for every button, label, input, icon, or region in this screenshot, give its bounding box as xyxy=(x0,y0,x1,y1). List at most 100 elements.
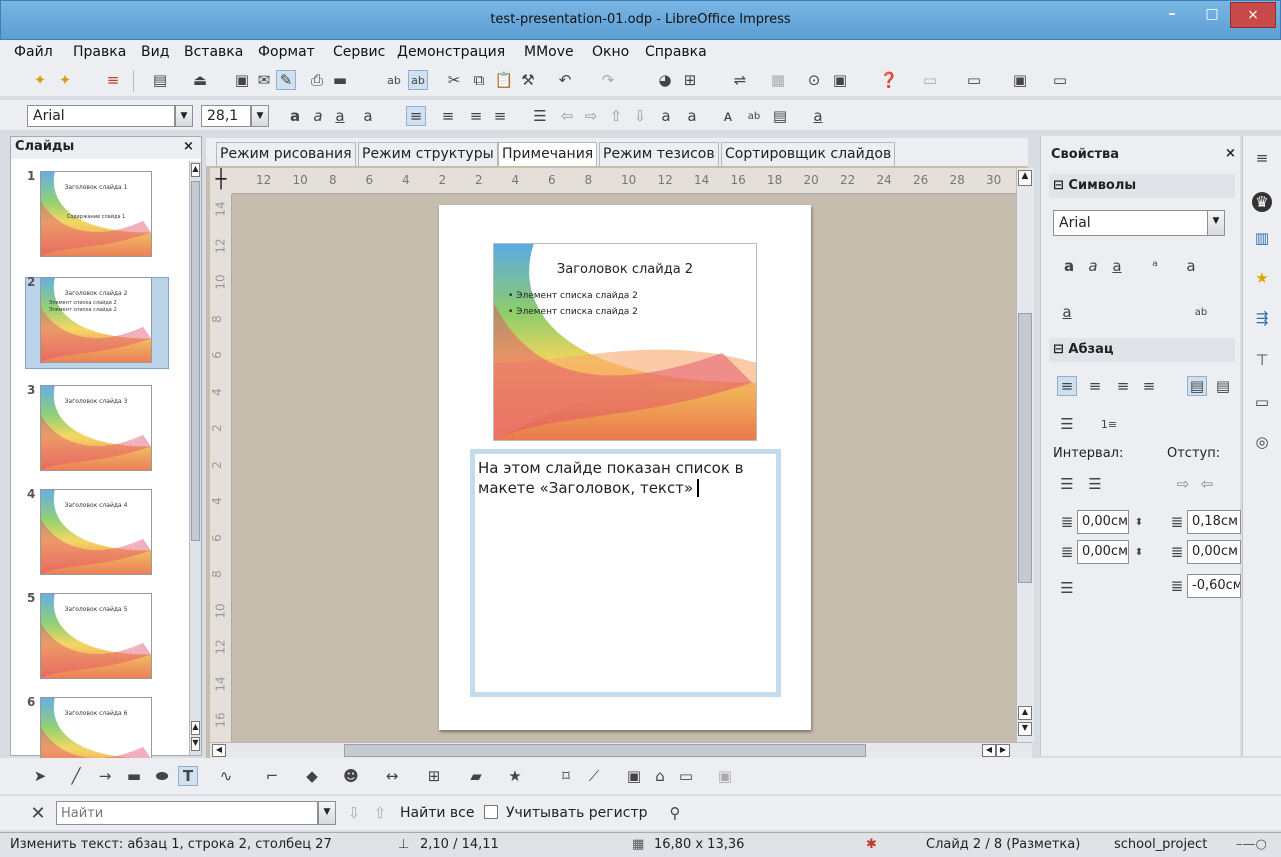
decrease-spacing-icon[interactable]: ☰ xyxy=(1085,474,1105,494)
underline-icon[interactable]: a xyxy=(330,106,350,126)
paste-icon[interactable]: 📋 xyxy=(494,70,514,90)
slide-preview[interactable]: Заголовок слайда 2 • Элемент списка слай… xyxy=(493,243,757,441)
find-prev-icon[interactable]: ⇧ xyxy=(370,803,390,823)
curve-icon[interactable]: ∿ xyxy=(216,766,236,786)
vertical-scrollbar[interactable]: ▲ ▲ ▼ xyxy=(1016,168,1034,742)
slideshow-icon[interactable]: ▣ xyxy=(830,70,850,90)
sidebar-font-color-icon[interactable]: a xyxy=(1057,302,1077,322)
sidebar-strikethrough-icon[interactable]: ᵃ xyxy=(1145,256,1165,276)
menu-mmove[interactable]: MMove xyxy=(524,44,574,64)
menu-tools[interactable]: Сервис xyxy=(333,44,385,64)
text-icon[interactable]: T xyxy=(178,766,198,786)
tab-slide-sorter[interactable]: Сортировщик слайдов xyxy=(721,142,896,166)
help-icon[interactable]: ❓ xyxy=(879,70,899,90)
slide-thumbnail[interactable]: Заголовок слайда 3 xyxy=(40,385,152,471)
symbol-shapes-icon[interactable]: ☻ xyxy=(341,766,361,786)
connector-icon[interactable]: ⌐ xyxy=(262,766,282,786)
characters-section-header[interactable]: ⊟ Символы xyxy=(1049,174,1235,198)
menu-format[interactable]: Формат xyxy=(258,44,315,64)
callouts-icon[interactable]: ▰ xyxy=(466,766,486,786)
master-slides-icon[interactable]: ▥ xyxy=(1252,228,1272,248)
decrease-indent-icon[interactable]: ⇦ xyxy=(1197,474,1217,494)
spellcheck-icon[interactable]: ab xyxy=(384,70,404,90)
sidebar-align-left-icon[interactable]: ≡ xyxy=(1057,376,1077,396)
slide-thumbnail[interactable]: Заголовок слайда 2 Элемент списка слайда … xyxy=(40,277,152,363)
move-down-icon[interactable]: ⇩ xyxy=(630,106,650,126)
font-name-combo[interactable]: Arial xyxy=(27,105,175,127)
glue-points-icon[interactable]: ⟋ xyxy=(584,766,604,786)
below-spacing-field[interactable]: 0,00см xyxy=(1077,540,1129,564)
menu-view[interactable]: Вид xyxy=(141,44,169,64)
stars-icon[interactable]: ★ xyxy=(505,766,525,786)
sidebar-justify-icon[interactable]: ≡ xyxy=(1139,376,1159,396)
sidebar-align-right-icon[interactable]: ≡ xyxy=(1113,376,1133,396)
display-views-icon[interactable]: ▭ xyxy=(920,70,940,90)
sidebar-valign-center-icon[interactable]: ▤ xyxy=(1213,376,1233,396)
align-left-icon[interactable]: ≡ xyxy=(406,106,426,126)
select-icon[interactable]: ➤ xyxy=(30,766,50,786)
animation-icon[interactable]: ⇶ xyxy=(1252,308,1272,328)
font-color-icon[interactable]: a xyxy=(808,106,828,126)
new-icon[interactable]: ▤ xyxy=(150,70,170,90)
menu-slideshow[interactable]: Демонстрация xyxy=(397,44,505,64)
cut-icon[interactable]: ✂ xyxy=(444,70,464,90)
sidebar-menu-icon[interactable]: ≡ xyxy=(1252,148,1272,168)
sidebar-shadow-icon[interactable]: a xyxy=(1181,256,1201,276)
insert-image-icon[interactable]: ⌂ xyxy=(650,766,670,786)
sidebar-bold-icon[interactable]: a xyxy=(1059,256,1079,276)
first-line-field[interactable]: -0,60см xyxy=(1187,574,1241,598)
clone-format-icon[interactable]: ⚒ xyxy=(518,70,538,90)
italic-icon[interactable]: a xyxy=(308,106,328,126)
sidebar-close-icon[interactable]: × xyxy=(1225,146,1236,161)
font-size-dropdown-icon[interactable]: ▼ xyxy=(251,105,269,127)
slides-scrollbar[interactable]: ▲ ▲ ▼ xyxy=(189,161,201,755)
sidebar-font-combo[interactable]: Arial xyxy=(1053,210,1209,236)
move-up-icon[interactable]: ⇧ xyxy=(606,106,626,126)
edit-mode-icon[interactable]: ✎ xyxy=(276,70,296,90)
shadow-icon[interactable]: a xyxy=(358,106,378,126)
line-spacing-icon[interactable]: ☰ xyxy=(1057,578,1077,598)
slide-thumbnail[interactable]: Заголовок слайда 5 xyxy=(40,593,152,679)
minimize-button[interactable]: – xyxy=(1152,2,1192,28)
sidebar-numbering-icon[interactable]: 1≡ xyxy=(1099,414,1119,434)
tab-outline[interactable]: Режим структуры xyxy=(358,142,498,166)
flowchart-icon[interactable]: ⊞ xyxy=(424,766,444,786)
presentation-icon[interactable]: ▣ xyxy=(1010,70,1030,90)
add-slide-icon[interactable]: ✦ xyxy=(30,70,50,90)
duplicate-slide-icon[interactable]: ✦ xyxy=(55,70,75,90)
increase-font-icon[interactable]: a xyxy=(656,106,676,126)
sidebar-valign-top-icon[interactable]: ▤ xyxy=(1187,376,1207,396)
find-all-button[interactable]: Найти все xyxy=(400,805,474,821)
align-center-icon[interactable]: ≡ xyxy=(438,106,458,126)
slide-thumbnail[interactable]: Заголовок слайда 1 Содержание слайда 1 xyxy=(40,171,152,257)
bullets-icon[interactable]: ☰ xyxy=(530,106,550,126)
slide-thumbnail[interactable]: Заголовок слайда 4 xyxy=(40,489,152,575)
notes-text-box[interactable]: На этом слайде показан список в макете «… xyxy=(470,449,781,697)
zoom-slider[interactable]: –—○ xyxy=(1236,833,1267,857)
styles-icon[interactable]: ★ xyxy=(1252,268,1272,288)
increase-spacing-icon[interactable]: ☰ xyxy=(1057,474,1077,494)
find-next-icon[interactable]: ⇩ xyxy=(344,803,364,823)
after-text-field[interactable]: 0,00см xyxy=(1187,540,1241,564)
sidebar-align-center-icon[interactable]: ≡ xyxy=(1085,376,1105,396)
sidebar-char-spacing-icon[interactable]: ab xyxy=(1191,302,1211,322)
promote-icon[interactable]: ⇦ xyxy=(557,106,577,126)
spacing-icon[interactable]: ab xyxy=(744,106,764,126)
points-icon[interactable]: ⌑ xyxy=(556,766,576,786)
justify-icon[interactable]: ≡ xyxy=(490,106,510,126)
tab-drawing[interactable]: Режим рисования xyxy=(216,142,356,166)
horizontal-scrollbar[interactable]: ◀ ◀ ▶ xyxy=(210,742,1032,758)
font-name-dropdown-icon[interactable]: ▼ xyxy=(175,105,193,127)
sidebar-underline-icon[interactable]: a xyxy=(1107,256,1127,276)
grid-icon[interactable]: ▦ xyxy=(768,70,788,90)
undo-icon[interactable]: ↶ xyxy=(555,70,575,90)
close-button[interactable]: × xyxy=(1230,2,1276,28)
gallery-icon[interactable]: ▭ xyxy=(1252,392,1272,412)
export-pdf-icon[interactable]: ⎙ xyxy=(307,70,327,90)
font-size-combo[interactable]: 28,1 xyxy=(201,105,251,127)
insert-frame-icon[interactable]: ▭ xyxy=(676,766,696,786)
paragraph-icon[interactable]: ▤ xyxy=(770,106,790,126)
clock-icon[interactable]: ⊙ xyxy=(804,70,824,90)
redo-icon[interactable]: ↷ xyxy=(598,70,618,90)
rectangle-icon[interactable]: ▬ xyxy=(124,766,144,786)
